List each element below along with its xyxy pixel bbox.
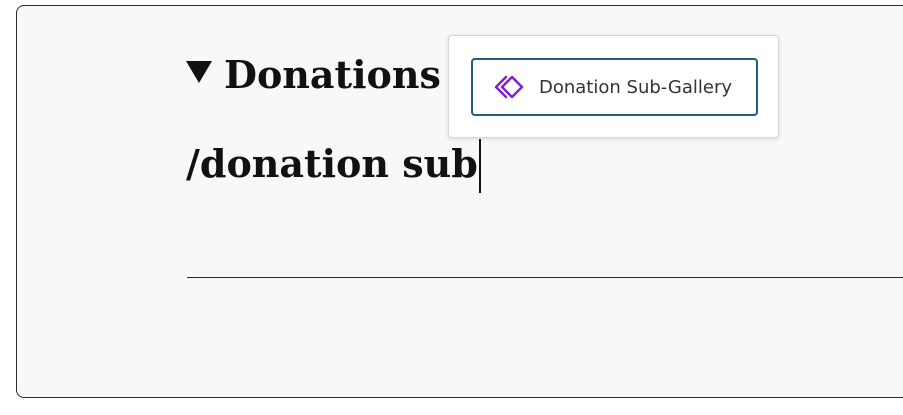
- expand-triangle-icon[interactable]: [186, 61, 212, 83]
- block-suggestion-popover: Donation Sub-Gallery: [448, 35, 779, 138]
- gallery-block-icon: [493, 71, 525, 103]
- text-caret: [478, 139, 481, 193]
- separator-line: [187, 277, 903, 278]
- heading-text: Donations: [224, 52, 441, 97]
- command-text: /donation sub: [186, 141, 478, 186]
- suggestion-donation-sub-gallery[interactable]: Donation Sub-Gallery: [471, 58, 758, 116]
- slash-command-input[interactable]: /donation sub: [186, 138, 481, 193]
- details-heading[interactable]: Donations: [186, 50, 441, 100]
- suggestion-label: Donation Sub-Gallery: [539, 76, 733, 98]
